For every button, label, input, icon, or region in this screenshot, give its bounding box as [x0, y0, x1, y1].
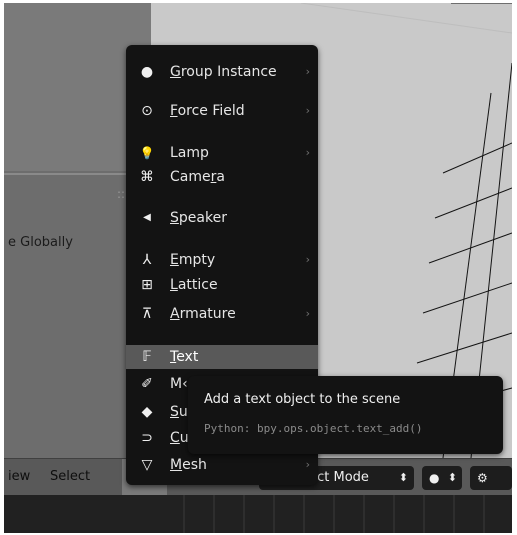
menu-item-label-text: ext	[176, 349, 199, 365]
menu-item-label-mnemonic: A	[170, 306, 180, 322]
menu-item-label: Speaker	[170, 206, 227, 230]
armature-icon: ⊼	[141, 306, 153, 322]
lattice-icon: ⊞	[141, 277, 153, 293]
tooltip-python: Python: bpy.ops.object.text_add()	[204, 422, 423, 435]
select-menu[interactable]: Select	[50, 459, 90, 495]
menu-item-label-text: Came	[170, 169, 211, 185]
menu-item-label-text: rmature	[179, 306, 236, 322]
menu-item-camera[interactable]: ⌘ Camera	[126, 165, 318, 189]
blender-window: :: e Globally iew Select Add Object	[4, 3, 512, 533]
submenu-arrow-icon: ›	[305, 104, 310, 117]
menu-item-label: Camera	[170, 165, 225, 189]
menu-item-label: Text	[170, 345, 198, 369]
submenu-arrow-icon: ›	[305, 65, 310, 78]
menu-item-label-text: attice	[177, 277, 218, 293]
timeline-area	[4, 495, 512, 533]
menu-item-label-text: peaker	[178, 210, 227, 226]
pivot-icon: ⚙	[477, 471, 488, 485]
speaker-icon: ◀	[143, 212, 151, 223]
menu-item-label: Lattice	[170, 273, 218, 297]
empty-icon: ⅄	[142, 252, 152, 268]
submenu-arrow-icon: ›	[305, 307, 310, 320]
menu-item-label-mnemonic: F	[170, 103, 178, 119]
submenu-arrow-icon: ›	[305, 253, 310, 266]
menu-item-label: Force Field	[170, 99, 245, 123]
text-icon: 𝔽	[142, 349, 152, 365]
mesh-icon: ▽	[141, 457, 153, 473]
menu-item-label-text: mpty	[178, 252, 216, 268]
menu-item-label: Mesh	[170, 453, 207, 477]
menu-item-empty[interactable]: ⅄ Empty ›	[126, 248, 318, 272]
menu-item-label: Cu	[170, 426, 189, 450]
tooltip: Add a text object to the scene Python: b…	[188, 376, 503, 454]
menu-item-label-mnemonic: C	[170, 430, 180, 446]
force-field-icon: ⊙	[141, 103, 153, 119]
menu-item-force-field[interactable]: ⊙ Force Field ›	[126, 99, 318, 123]
menu-item-label: Lamp	[170, 145, 209, 161]
shading-icon: ●	[429, 471, 440, 485]
panel-option-label: e Globally	[8, 235, 73, 250]
menu-item-label-mnemonic: L	[170, 277, 178, 293]
viewport-shading-select[interactable]: ● ⬍	[422, 466, 462, 490]
menu-item-speaker[interactable]: ◀ Speaker	[126, 206, 318, 230]
surface-icon: ◆	[141, 404, 153, 420]
menu-item-label-mnemonic: S	[170, 210, 179, 226]
panel-divider[interactable]	[4, 173, 129, 175]
panel-resize-handle[interactable]: ::	[117, 187, 125, 201]
menu-item-label-text: u	[178, 404, 188, 420]
menu-item-label-mnemonic: G	[170, 64, 181, 80]
menu-item-group-instance[interactable]: ● Group Instance ›	[126, 60, 318, 84]
timeline-grid	[183, 495, 485, 533]
menu-item-label-text: esh	[182, 457, 207, 473]
chevron-updown-icon: ⬍	[447, 471, 457, 484]
menu-item-label-mnemonic: S	[170, 404, 179, 420]
curve-icon: ⊃	[141, 430, 153, 446]
menu-item-label-mnemonic: E	[170, 252, 179, 268]
menu-item-text[interactable]: 𝔽 Text	[126, 345, 318, 369]
submenu-arrow-icon: ›	[305, 146, 310, 159]
menu-item-label: Su	[170, 400, 188, 424]
menu-item-lattice[interactable]: ⊞ Lattice	[126, 273, 318, 297]
chevron-updown-icon: ⬍	[398, 471, 408, 484]
metaball-icon: ✐	[141, 376, 153, 392]
menu-item-label-text: a	[216, 169, 225, 185]
menu-item-label: Empty	[170, 248, 215, 272]
lamp-icon: 💡	[139, 146, 155, 160]
group-instance-icon: ●	[140, 64, 154, 80]
menu-item-label-text: roup Instance	[180, 64, 277, 80]
menu-item-mesh[interactable]: ▽ Mesh ›	[126, 453, 318, 477]
pivot-point-select[interactable]: ⚙	[470, 466, 512, 490]
menu-item-label: M‹	[170, 376, 188, 392]
menu-item-armature[interactable]: ⊼ Armature ›	[126, 302, 318, 326]
menu-item-label-text: orce Field	[177, 103, 245, 119]
submenu-arrow-icon: ›	[305, 458, 310, 471]
camera-icon: ⌘	[140, 169, 154, 185]
menu-item-label-mnemonic: M	[170, 457, 183, 473]
view-menu[interactable]: iew	[8, 459, 30, 495]
menu-item-label: Group Instance	[170, 60, 277, 84]
menu-item-label: Armature	[170, 302, 236, 326]
tooltip-description: Add a text object to the scene	[204, 392, 401, 407]
menu-item-lamp[interactable]: 💡 Lamp ›	[126, 141, 318, 165]
